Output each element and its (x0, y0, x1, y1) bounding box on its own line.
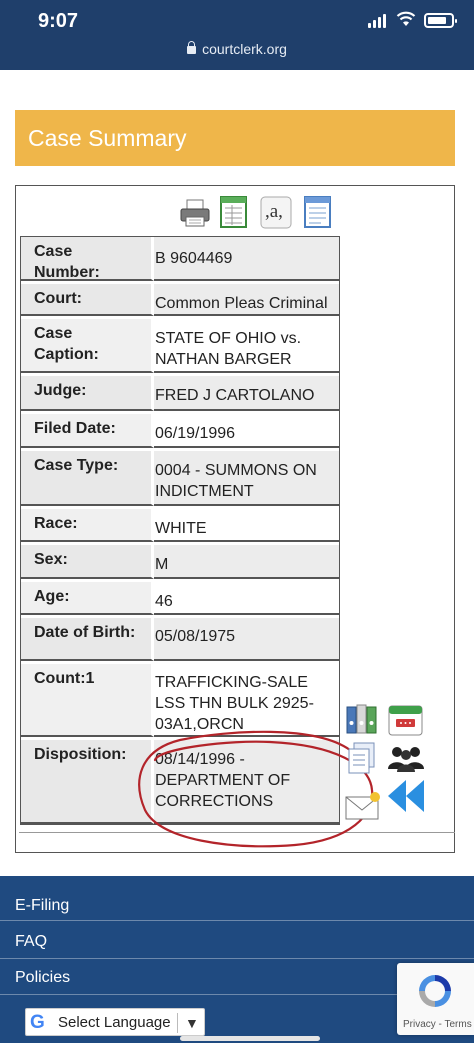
status-time: 9:07 (38, 10, 79, 32)
row-value: 05/08/1975 (154, 618, 339, 661)
row-label: Race: (21, 509, 154, 542)
case-summary-header: Case Summary (15, 110, 455, 166)
browser-status-bar: 9:07 courtclerk.org (0, 0, 474, 70)
google-icon: G (30, 1012, 45, 1033)
document-icon[interactable] (303, 195, 333, 228)
row-value: FRED J CARTOLANO (154, 376, 339, 411)
table-row: Sex: M (21, 545, 339, 582)
dropdown-arrow-icon: ▼ (185, 1015, 199, 1031)
footer-link-efiling[interactable]: E-Filing (15, 897, 69, 915)
recaptcha-icon (419, 975, 451, 1007)
row-value: 46 (154, 582, 339, 615)
footer-link-faq[interactable]: FAQ (15, 933, 47, 951)
row-label: Case Caption: (21, 319, 154, 373)
row-value: Common Pleas Criminal (154, 284, 339, 316)
footer-link-policies[interactable]: Policies (15, 969, 70, 987)
text-icon[interactable]: ,a, (260, 196, 292, 229)
language-select-label: Select Language (58, 1014, 171, 1031)
calendar-icon[interactable] (387, 701, 425, 742)
row-label: Case Number: (21, 237, 154, 281)
spreadsheet-icon[interactable] (219, 195, 249, 228)
table-row: Date of Birth: 05/08/1975 (21, 618, 339, 664)
row-value: 0004 - SUMMONS ON INDICTMENT (154, 451, 339, 506)
table-row: Case Caption: STATE OF OHIO vs. NATHAN B… (21, 319, 339, 376)
row-value: B 9604469 (154, 237, 339, 281)
row-value: M (154, 545, 339, 579)
row-label: Judge: (21, 376, 154, 411)
row-value: 06/19/1996 (154, 414, 339, 448)
recaptcha-terms[interactable]: Privacy - Terms (403, 1019, 472, 1030)
battery-icon (424, 13, 457, 28)
table-row: Case Type: 0004 - SUMMONS ON INDICTMENT (21, 451, 339, 509)
printer-icon[interactable] (179, 198, 210, 230)
row-label: Filed Date: (21, 414, 154, 448)
email-icon[interactable] (344, 789, 384, 826)
table-row: Judge: FRED J CARTOLANO (21, 376, 339, 414)
table-row: Filed Date: 06/19/1996 (21, 414, 339, 451)
row-label: Sex: (21, 545, 154, 579)
divider (0, 958, 474, 959)
language-select[interactable]: G Select Language ▼ (25, 1008, 205, 1036)
home-indicator (180, 1036, 320, 1041)
documents-icon[interactable] (346, 741, 378, 782)
row-label: Court: (21, 284, 154, 316)
divider (0, 920, 474, 921)
table-row: Race: WHITE (21, 509, 339, 545)
recaptcha-badge[interactable]: Privacy - Terms (397, 963, 474, 1035)
row-value: WHITE (154, 509, 339, 542)
divider (177, 1013, 178, 1033)
table-row: Case Number: B 9604469 (21, 237, 339, 284)
row-label: Case Type: (21, 451, 154, 506)
lock-icon (187, 41, 197, 54)
signal-icon (368, 14, 388, 28)
url-text: courtclerk.org (202, 41, 287, 57)
text-icon-glyph: ,a, (265, 201, 283, 222)
table-row: Court: Common Pleas Criminal (21, 284, 339, 319)
row-value: STATE OF OHIO vs. NATHAN BARGER (154, 319, 339, 373)
people-icon[interactable] (386, 743, 426, 778)
wifi-icon (396, 11, 416, 26)
row-label: Date of Birth: (21, 618, 154, 661)
row-label: Age: (21, 582, 154, 615)
table-row: Age: 46 (21, 582, 339, 618)
page-title: Case Summary (28, 125, 187, 151)
rewind-icon[interactable] (386, 778, 426, 819)
binders-icon[interactable] (344, 701, 380, 742)
address-bar[interactable]: courtclerk.org (0, 41, 474, 57)
